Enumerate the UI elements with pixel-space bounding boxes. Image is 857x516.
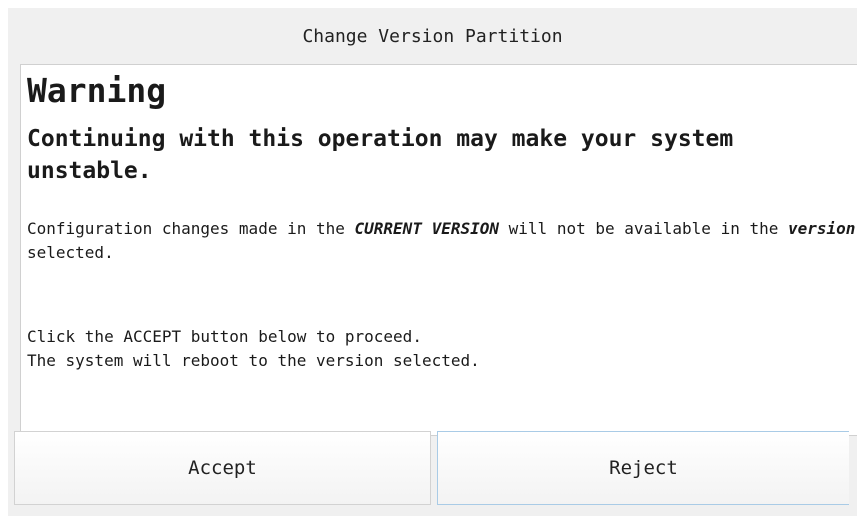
reject-button[interactable]: Reject bbox=[437, 431, 849, 505]
dialog-title: Change Version Partition bbox=[302, 25, 563, 47]
current-version-emphasis: CURRENT VERSION bbox=[354, 219, 500, 238]
message-text: Configuration changes made in the bbox=[27, 219, 355, 238]
config-changes-message: Configuration changes made in the CURREN… bbox=[27, 217, 857, 265]
warning-subheading: Continuing with this operation may make … bbox=[27, 126, 734, 184]
instructions-message: Click the ACCEPT button below to proceed… bbox=[27, 325, 857, 373]
instruction-line-1: Click the ACCEPT button below to proceed… bbox=[27, 327, 422, 346]
warning-heading: Warning bbox=[27, 71, 167, 110]
version-emphasis: version bbox=[788, 219, 856, 238]
instruction-line-2: The system will reboot to the version se… bbox=[27, 351, 480, 370]
message-text: selected. bbox=[27, 243, 114, 262]
accept-button[interactable]: Accept bbox=[14, 431, 431, 505]
message-text: will not be available in the bbox=[499, 219, 788, 238]
dialog-content: Warning Continuing with this operation m… bbox=[20, 64, 857, 436]
